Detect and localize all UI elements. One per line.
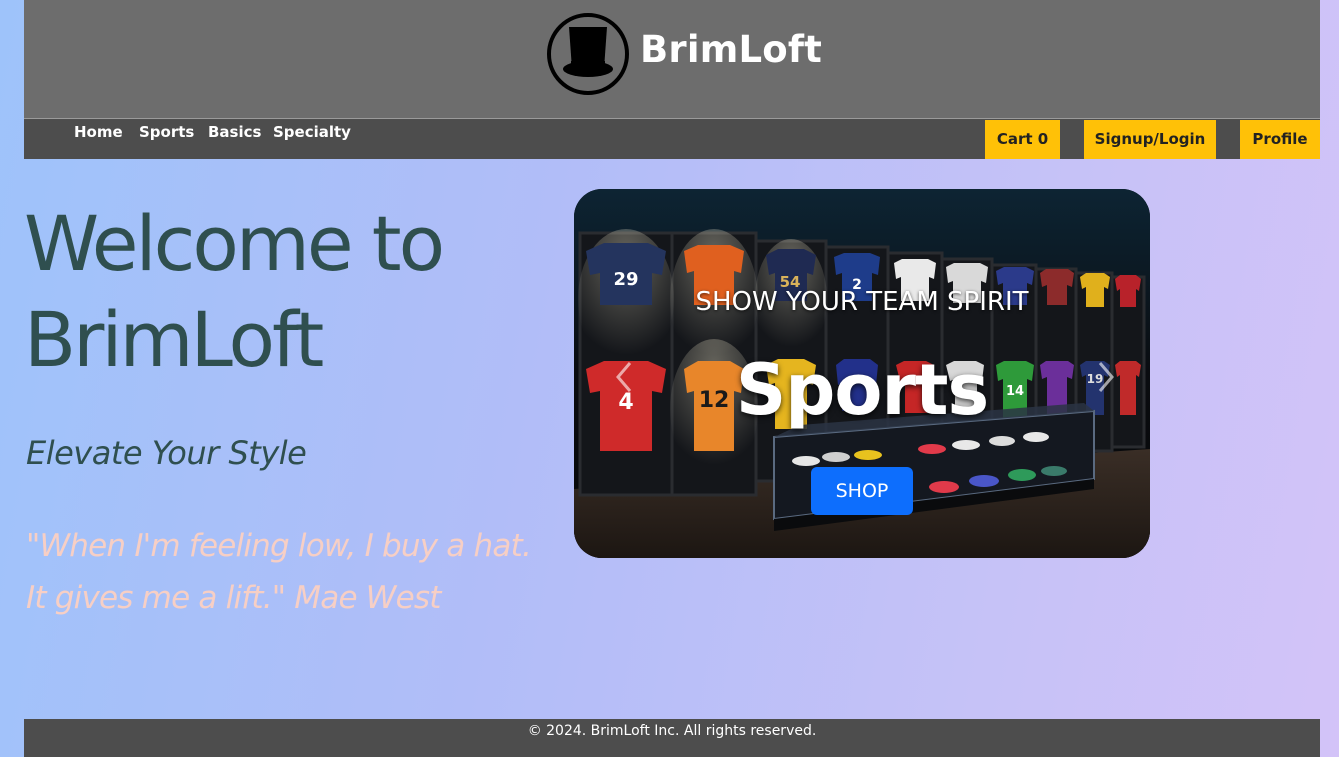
hero-title-line2: BrimLoft [24,295,324,384]
quote-line2: It gives me a lift." Mae West [26,580,441,616]
site-header: BrimLoft [24,0,1320,118]
profile-button[interactable]: Profile [1240,120,1320,159]
top-hat-icon[interactable] [547,13,629,95]
nav-link-specialty[interactable]: Specialty [273,123,351,141]
signup-login-button[interactable]: Signup/Login [1084,120,1216,159]
shop-button[interactable]: SHOP [811,467,913,515]
hero-carousel: 29 54 2 4 12 14 19 SHOW YOUR TEAM SPIRIT… [574,189,1150,558]
nav-link-sports[interactable]: Sports [139,123,194,141]
hero-tagline: Elevate Your Style [26,434,307,472]
carousel-subtitle: SHOW YOUR TEAM SPIRIT [695,287,1029,317]
site-footer: © 2024. BrimLoft Inc. All rights reserve… [24,719,1320,757]
main-nav: Home Sports Basics Specialty Cart 0 Sign… [24,118,1320,159]
copyright-text: © 2024. BrimLoft Inc. All rights reserve… [527,723,817,739]
hero-title-line1: Welcome to [24,199,445,288]
quote-line1: "When I'm feeling low, I buy a hat. [26,528,532,564]
nav-link-basics[interactable]: Basics [208,123,261,141]
cart-button[interactable]: Cart 0 [985,120,1060,159]
carousel-title: Sports [735,349,989,431]
nav-link-home[interactable]: Home [74,123,123,141]
hero-quote: "When I'm feeling low, I buy a hat. It g… [26,520,566,624]
hero-title: Welcome to BrimLoft [24,196,564,388]
brand-name[interactable]: BrimLoft [640,28,822,71]
